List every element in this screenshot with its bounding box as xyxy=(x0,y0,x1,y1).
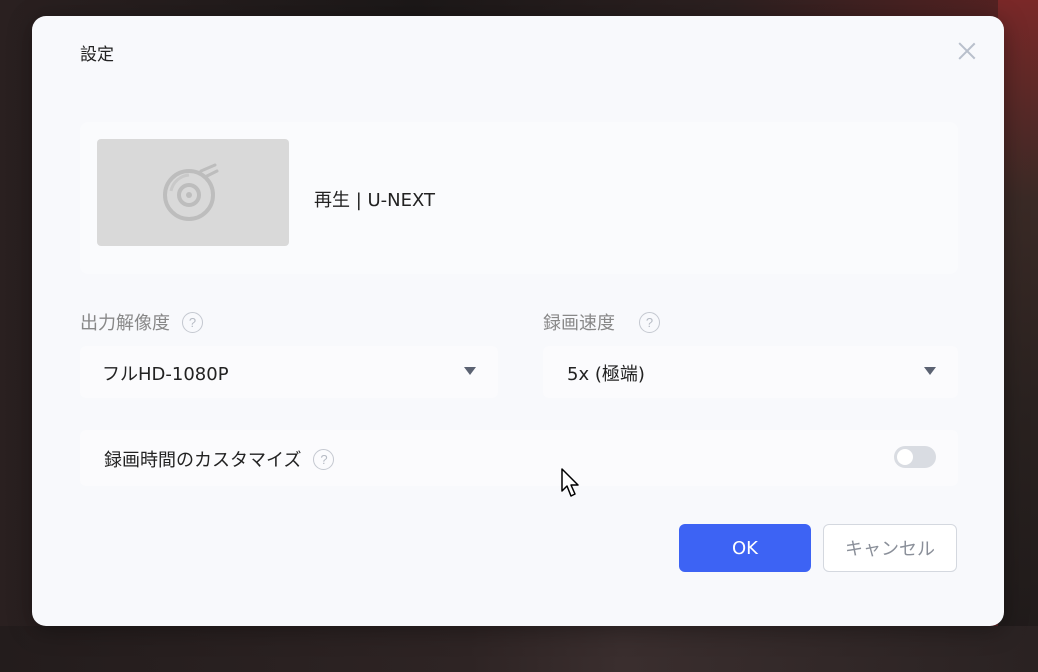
media-card: 再生 | U-NEXT xyxy=(80,122,958,274)
chevron-down-icon xyxy=(464,367,476,375)
speed-select-value: 5x (極端) xyxy=(567,364,645,385)
mouse-cursor-icon xyxy=(561,468,579,497)
custom-duration-label-text: 録画時間のカスタマイズ xyxy=(104,450,302,471)
resolution-help-icon[interactable]: ? xyxy=(182,311,203,333)
speed-label: 録画速度 ? xyxy=(543,309,660,335)
media-thumbnail xyxy=(97,139,289,246)
toggle-knob xyxy=(897,449,913,465)
chevron-down-icon xyxy=(924,367,936,375)
speed-help-icon[interactable]: ? xyxy=(639,311,660,333)
backdrop-bottom-edge xyxy=(0,626,1038,672)
speed-select[interactable]: 5x (極端) xyxy=(543,346,958,398)
dialog-title: 設定 xyxy=(80,45,114,65)
cancel-button[interactable]: キャンセル xyxy=(823,524,957,572)
custom-duration-row: 録画時間のカスタマイズ ? xyxy=(80,430,958,486)
custom-duration-toggle[interactable] xyxy=(894,446,936,468)
custom-duration-label: 録画時間のカスタマイズ ? xyxy=(104,446,335,472)
resolution-label-text: 出力解像度 xyxy=(80,313,170,334)
custom-duration-help-icon[interactable]: ? xyxy=(313,448,335,470)
settings-dialog: 設定 再生 | U-NEXT 出力解像度 ? フルHD-1080P 録画速度 ?… xyxy=(32,16,1004,626)
close-icon[interactable] xyxy=(956,40,978,62)
speed-label-text: 録画速度 xyxy=(543,313,615,334)
ok-button[interactable]: OK xyxy=(679,524,811,572)
resolution-select[interactable]: フルHD-1080P xyxy=(80,346,498,398)
backdrop-right-edge xyxy=(998,0,1038,672)
music-disc-icon xyxy=(163,163,219,221)
resolution-label: 出力解像度 ? xyxy=(80,309,203,335)
resolution-select-value: フルHD-1080P xyxy=(102,364,229,385)
media-title: 再生 | U-NEXT xyxy=(314,190,436,211)
